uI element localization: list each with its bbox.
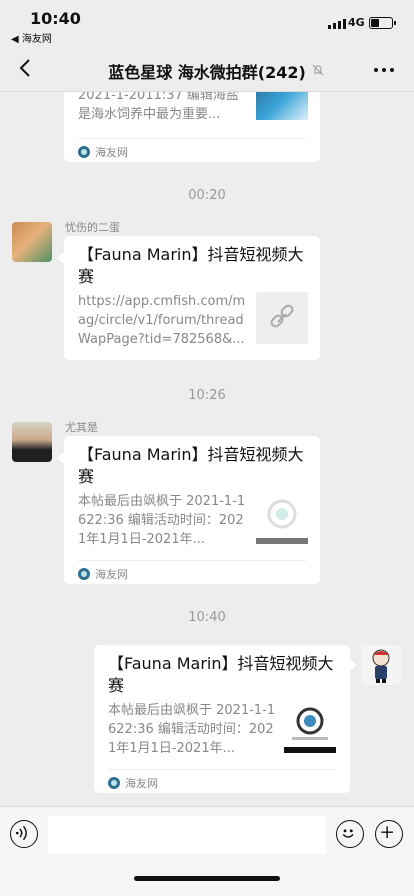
message-list[interactable]: 2021-1-2011:37 编辑海盐是海水饲养中最为重要... 海友网 00:… — [0, 92, 414, 806]
card-thumbnail — [256, 492, 308, 544]
source-logo-icon — [78, 146, 90, 158]
timestamp: 00:20 — [188, 188, 226, 203]
link-card[interactable]: 【Fauna Marin】抖音短视频大赛 本帖最后由飒枫于 2021-1-162… — [64, 436, 320, 584]
sender-name: 忧伤的二蛋 — [65, 221, 120, 234]
card-description: 2021-1-2011:37 编辑海盐是海水饲养中最为重要... — [78, 92, 239, 122]
timestamp: 10:40 — [188, 610, 226, 625]
emoji-icon[interactable] — [336, 820, 364, 848]
avatar[interactable] — [12, 422, 52, 462]
card-source: 海友网 — [78, 144, 128, 160]
card-description: 本帖最后由飒枫于 2021-1-1622:36 编辑活动时间：2021年1月1日… — [108, 703, 276, 756]
card-source: 海友网 — [78, 566, 128, 582]
link-card[interactable]: 【Fauna Marin】抖音短视频大赛 https://app.cmfish.… — [64, 236, 320, 360]
avatar[interactable] — [12, 222, 52, 262]
battery-icon — [369, 17, 396, 29]
card-title: 【Fauna Marin】抖音短视频大赛 — [108, 654, 334, 695]
message-input-bar — [0, 806, 414, 896]
chat-title: 蓝色星球 海水微拍群(242) — [108, 63, 306, 82]
message-input[interactable] — [48, 816, 326, 854]
link-card[interactable]: 【Fauna Marin】抖音短视频大赛 本帖最后由飒枫于 2021-1-162… — [94, 645, 350, 793]
bell-off-icon — [312, 64, 324, 76]
status-time: 10:40 — [30, 9, 81, 28]
network-type: 4G — [348, 16, 365, 29]
card-source: 海友网 — [108, 775, 158, 791]
card-description: 本帖最后由飒枫于 2021-1-1622:36 编辑活动时间：2021年1月1日… — [78, 494, 246, 547]
signal-icon — [328, 18, 346, 29]
more-icon[interactable] — [374, 68, 394, 72]
plus-icon[interactable] — [375, 820, 403, 848]
voice-icon[interactable] — [10, 820, 38, 848]
card-thumbnail — [284, 701, 336, 753]
card-title: 【Fauna Marin】抖音短视频大赛 — [78, 245, 304, 286]
sender-name: 尤其是 — [65, 421, 98, 434]
my-avatar[interactable] — [361, 645, 401, 685]
home-indicator — [134, 876, 280, 881]
card-thumbnail — [256, 292, 308, 344]
card-thumbnail — [256, 92, 308, 120]
status-bar: 10:40 ◀ 海友网 4G — [0, 0, 414, 46]
link-icon — [270, 304, 294, 328]
back-to-app-link[interactable]: ◀ 海友网 — [11, 30, 52, 45]
link-card[interactable]: 2021-1-2011:37 编辑海盐是海水饲养中最为重要... 海友网 — [64, 92, 320, 162]
source-logo-icon — [108, 777, 120, 789]
source-logo-icon — [78, 568, 90, 580]
card-description: https://app.cmfish.com/mag/circle/v1/for… — [78, 294, 246, 347]
card-title: 【Fauna Marin】抖音短视频大赛 — [78, 445, 304, 486]
chat-header: 蓝色星球 海水微拍群(242) — [0, 46, 414, 92]
timestamp: 10:26 — [188, 388, 226, 403]
